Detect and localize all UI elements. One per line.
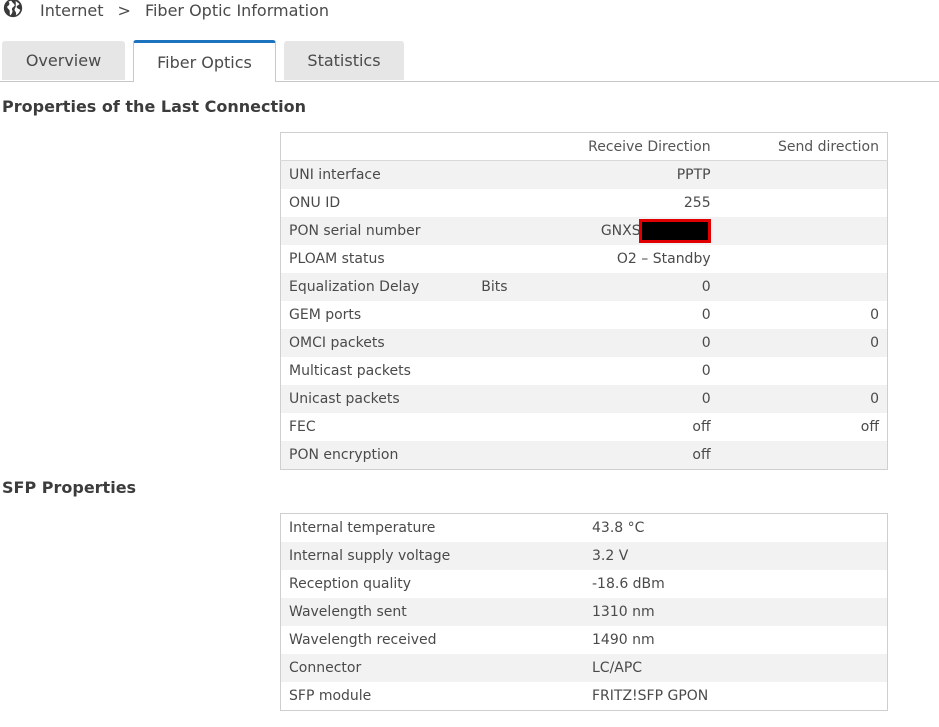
table-row: PON serial number GNXS: [280, 217, 888, 245]
sfp-row-value: 1490 nm: [592, 632, 655, 648]
sfp-row-value: -18.6 dBm: [592, 576, 665, 592]
breadcrumb-internet-link[interactable]: Internet: [40, 1, 104, 20]
sfp-properties-table: Internal temperature 43.8 °C Internal su…: [280, 513, 888, 711]
sfp-row-label: Wavelength sent: [280, 598, 592, 626]
table-row: GEM ports 0 0: [281, 301, 888, 329]
tab-bar: Overview Fiber Optics Statistics: [0, 40, 939, 82]
table-row: OMCI packets 0 0: [280, 329, 888, 357]
row-label: PON encryption: [280, 441, 482, 470]
row-receive-value: 0: [701, 307, 711, 323]
row-label: Equalization Delay: [280, 273, 482, 301]
connection-properties-table: Receive Direction Send direction UNI int…: [280, 132, 888, 470]
table-row: Connector LC/APC: [280, 654, 888, 682]
table-row: PLOAM status O2 – Standby: [281, 245, 888, 273]
row-receive-value: 0: [568, 329, 719, 357]
row-send-value: [719, 245, 888, 273]
row-send-value: [719, 189, 888, 217]
table-row: Multicast packets 0: [281, 357, 888, 385]
sfp-row-label: Reception quality: [289, 576, 412, 592]
row-receive-value: off: [692, 419, 711, 435]
row-receive-value: off: [568, 441, 719, 470]
sfp-row-label: SFP module: [289, 688, 372, 704]
row-unit: [481, 385, 569, 413]
table-row: Wavelength received 1490 nm: [281, 626, 888, 654]
row-unit: [481, 189, 568, 217]
sfp-row-value: FRITZ!SFP GPON: [592, 688, 709, 704]
connection-section-title: Properties of the Last Connection: [2, 97, 306, 116]
row-unit: [481, 357, 568, 385]
row-unit: Bits: [481, 273, 569, 301]
sfp-row-label: Internal temperature: [289, 520, 436, 536]
sfp-row-value: LC/APC: [592, 654, 888, 682]
table-header-row: Receive Direction Send direction: [280, 132, 888, 161]
row-unit: [481, 329, 569, 357]
row-label: OMCI packets: [280, 329, 482, 357]
tab-statistics[interactable]: Statistics: [284, 41, 404, 80]
sfp-row-value: 43.8 °C: [592, 520, 645, 536]
serial-number-prefix: GNXS: [600, 223, 641, 239]
breadcrumb: Internet > Fiber Optic Information: [2, 0, 329, 20]
table-row: SFP module FRITZ!SFP GPON: [281, 682, 888, 711]
row-label: ONU ID: [289, 195, 341, 211]
row-label: Unicast packets: [280, 385, 482, 413]
row-unit: [481, 160, 569, 189]
row-send-value: 0: [718, 329, 888, 357]
row-receive-value: 255: [683, 195, 711, 211]
table-row: Reception quality -18.6 dBm: [281, 570, 888, 598]
table-row: Equalization Delay Bits 0: [280, 273, 888, 301]
row-receive-value: 0: [701, 363, 711, 379]
sfp-row-label: Wavelength received: [289, 632, 437, 648]
breadcrumb-current: Fiber Optic Information: [144, 0, 330, 20]
row-receive-value: 0: [568, 385, 719, 413]
sfp-row-label: Internal supply voltage: [280, 542, 592, 570]
row-label: UNI interface: [280, 160, 482, 189]
table-row: Wavelength sent 1310 nm: [280, 598, 888, 626]
breadcrumb-chevron-icon: >: [117, 0, 131, 20]
row-unit: [481, 245, 568, 273]
row-send-value: [718, 441, 888, 470]
globe-icon: [3, 0, 23, 18]
row-send-value: 0: [870, 307, 879, 323]
sfp-row-value: 1310 nm: [592, 598, 888, 626]
table-row: PON encryption off: [280, 441, 888, 470]
row-send-value: off: [860, 419, 879, 435]
table-row: FEC off off: [281, 413, 888, 441]
row-unit: [481, 413, 568, 441]
row-unit: [481, 217, 569, 245]
row-receive-value: 0: [568, 273, 719, 301]
tab-overview[interactable]: Overview: [2, 41, 125, 80]
row-label: GEM ports: [289, 307, 362, 323]
column-header-receive: Receive Direction: [568, 132, 719, 161]
row-send-value: [718, 273, 888, 301]
row-unit: [481, 301, 568, 329]
row-receive-value: GNXS: [568, 217, 719, 245]
table-row: Unicast packets 0 0: [280, 385, 888, 413]
column-header-send: Send direction: [718, 132, 888, 161]
table-row: Internal temperature 43.8 °C: [281, 514, 888, 543]
row-label: PON serial number: [280, 217, 482, 245]
row-label: FEC: [289, 419, 316, 435]
row-receive-value: O2 – Standby: [616, 251, 711, 267]
row-send-value: [718, 160, 888, 189]
header-blank: [280, 132, 482, 161]
sfp-row-label: Connector: [280, 654, 592, 682]
table-row: Internal supply voltage 3.2 V: [280, 542, 888, 570]
row-send-value: [718, 217, 888, 245]
row-label: Multicast packets: [289, 363, 411, 379]
row-receive-value: PPTP: [568, 160, 719, 189]
table-row: UNI interface PPTP: [280, 160, 888, 189]
row-unit: [481, 441, 569, 470]
row-send-value: [719, 357, 888, 385]
row-label: PLOAM status: [289, 251, 385, 267]
tab-fiber-optics[interactable]: Fiber Optics: [133, 40, 276, 82]
row-send-value: 0: [718, 385, 888, 413]
header-blank: [481, 132, 569, 161]
redaction-box: [638, 219, 711, 243]
table-row: ONU ID 255: [281, 189, 888, 217]
sfp-section-title: SFP Properties: [2, 478, 137, 497]
sfp-row-value: 3.2 V: [592, 542, 888, 570]
